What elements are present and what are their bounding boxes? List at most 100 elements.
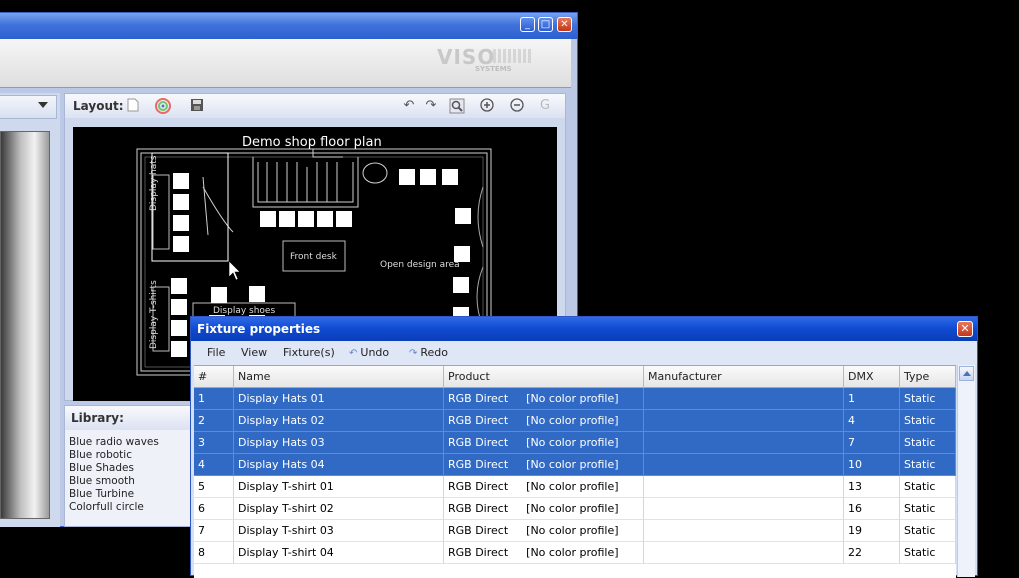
- cell-name: Display Hats 02: [234, 410, 444, 432]
- cell-dmx: 4: [844, 410, 900, 432]
- table-row[interactable]: 5 Display T-shirt 01 RGB Direct [No color p…: [194, 476, 956, 498]
- library-item[interactable]: Blue smooth: [69, 475, 159, 488]
- cell-type: Static: [900, 388, 956, 410]
- fixture[interactable]: [399, 169, 415, 185]
- menu-file[interactable]: File: [207, 346, 225, 359]
- column-header-dmx[interactable]: DMX: [844, 366, 900, 388]
- cell-type: Static: [900, 542, 956, 564]
- library-item[interactable]: Blue Turbine: [69, 488, 159, 501]
- fixture[interactable]: [420, 169, 436, 185]
- column-header-manufacturer[interactable]: Manufacturer: [644, 366, 844, 388]
- color-wheel-icon[interactable]: [155, 98, 171, 114]
- cell-type: Static: [900, 410, 956, 432]
- fixture[interactable]: [317, 211, 333, 227]
- layout-label: Layout:: [73, 99, 124, 113]
- table-header[interactable]: # Name Product Manufacturer DMX Type: [194, 366, 956, 388]
- library-item[interactable]: Blue radio waves: [69, 436, 159, 449]
- maximize-icon[interactable]: □: [538, 17, 553, 32]
- fixture[interactable]: [260, 211, 276, 227]
- zoom-in-icon[interactable]: [479, 98, 495, 114]
- cell-product: RGB Direct [No color profile]: [444, 476, 644, 498]
- undo-icon: ↶: [349, 348, 358, 359]
- menu-fixtures[interactable]: Fixture(s): [283, 346, 335, 359]
- table-row[interactable]: 4 Display Hats 04 RGB Direct [No color prof…: [194, 454, 956, 476]
- library-label: Library:: [71, 411, 124, 425]
- cell-num: 8: [194, 542, 234, 564]
- column-header-type[interactable]: Type: [900, 366, 956, 388]
- fixture[interactable]: [211, 287, 227, 303]
- redo-icon[interactable]: ↷: [423, 98, 439, 114]
- product-name: RGB Direct: [448, 392, 509, 405]
- fixture[interactable]: [453, 277, 469, 293]
- fixture[interactable]: [298, 211, 314, 227]
- cell-type: Static: [900, 498, 956, 520]
- undo-icon[interactable]: ↶: [401, 98, 417, 114]
- fixture-display-hats-02[interactable]: [173, 194, 189, 210]
- fixture[interactable]: [442, 169, 458, 185]
- fixture[interactable]: [279, 211, 295, 227]
- column-header-name[interactable]: Name: [234, 366, 444, 388]
- cell-product: RGB Direct [No color profile]: [444, 388, 644, 410]
- cell-type: Static: [900, 432, 956, 454]
- layout-toolbar: Layout: ↶ ↷ G: [65, 94, 565, 118]
- fixture-display-tshirt-03[interactable]: [171, 320, 187, 336]
- column-header-product[interactable]: Product: [444, 366, 644, 388]
- fixture-display-tshirt-02[interactable]: [171, 299, 187, 315]
- table-row[interactable]: 2 Display Hats 02 RGB Direct [No color prof…: [194, 410, 956, 432]
- fixture-display-hats-01[interactable]: [173, 173, 189, 189]
- menu-view[interactable]: View: [241, 346, 267, 359]
- table-row[interactable]: 3 Display Hats 03 RGB Direct [No color prof…: [194, 432, 956, 454]
- minimize-icon[interactable]: _: [520, 17, 535, 32]
- scroll-up-icon[interactable]: [959, 366, 974, 381]
- refresh-icon[interactable]: G: [537, 98, 553, 114]
- library-item[interactable]: Blue Shades: [69, 462, 159, 475]
- zoom-fit-icon[interactable]: [449, 98, 465, 114]
- mouse-cursor-icon: [228, 260, 241, 281]
- table-row[interactable]: 8 Display T-shirt 04 RGB Direct [No color p…: [194, 542, 956, 564]
- color-profile: [No color profile]: [526, 392, 619, 405]
- vertical-scrollbar[interactable]: [957, 365, 975, 577]
- dialog-titlebar[interactable]: Fixture properties ✕: [191, 317, 977, 341]
- fixture[interactable]: [249, 286, 265, 302]
- fixture-display-tshirt-01[interactable]: [171, 278, 187, 294]
- product-name: RGB Direct: [448, 458, 509, 471]
- fixture-display-hats-03[interactable]: [173, 215, 189, 231]
- fixture[interactable]: [455, 208, 471, 224]
- cell-product: RGB Direct [No color profile]: [444, 454, 644, 476]
- floor-plan-title: Demo shop floor plan: [242, 135, 382, 150]
- library-item[interactable]: Colorfull circle: [69, 501, 159, 514]
- chevron-down-icon[interactable]: [38, 102, 48, 108]
- table-row[interactable]: 1 Display Hats 01 RGB Direct [No color prof…: [194, 388, 956, 410]
- table-row[interactable]: 6 Display T-shirt 02 RGB Direct [No color p…: [194, 498, 956, 520]
- cell-product: RGB Direct [No color profile]: [444, 520, 644, 542]
- column-header-num[interactable]: #: [194, 366, 234, 388]
- table-row[interactable]: 7 Display T-shirt 03 RGB Direct [No color p…: [194, 520, 956, 542]
- color-profile: [No color profile]: [526, 546, 619, 559]
- display-tshirts-label: Display T-shirts: [149, 280, 159, 349]
- library-item[interactable]: Blue robotic: [69, 449, 159, 462]
- display-hats-label: Display hats: [149, 155, 159, 211]
- fixture-display-hats-04[interactable]: [173, 236, 189, 252]
- zoom-out-icon[interactable]: [509, 98, 525, 114]
- save-icon[interactable]: [189, 98, 205, 114]
- product-name: RGB Direct: [448, 524, 509, 537]
- library-header: Library:: [65, 406, 203, 430]
- cell-dmx: 22: [844, 542, 900, 564]
- cell-product: RGB Direct [No color profile]: [444, 410, 644, 432]
- fixture-display-tshirt-04[interactable]: [171, 341, 187, 357]
- redo-button[interactable]: ↷ Redo: [409, 346, 448, 359]
- main-titlebar[interactable]: _ □ ✕: [0, 13, 577, 39]
- close-icon[interactable]: ✕: [557, 17, 572, 32]
- open-design-area-label: Open design area: [380, 260, 460, 270]
- cell-dmx: 7: [844, 432, 900, 454]
- fixture[interactable]: [336, 211, 352, 227]
- left-pane-header[interactable]: [0, 95, 57, 119]
- dialog-title: Fixture properties: [197, 322, 321, 336]
- fixture[interactable]: [454, 246, 470, 262]
- color-profile: [No color profile]: [526, 458, 619, 471]
- undo-button[interactable]: ↶ Undo: [349, 346, 389, 359]
- new-file-icon[interactable]: [125, 98, 141, 114]
- front-desk-label: Front desk: [290, 252, 337, 262]
- close-icon[interactable]: ✕: [957, 321, 973, 337]
- cell-product: RGB Direct [No color profile]: [444, 498, 644, 520]
